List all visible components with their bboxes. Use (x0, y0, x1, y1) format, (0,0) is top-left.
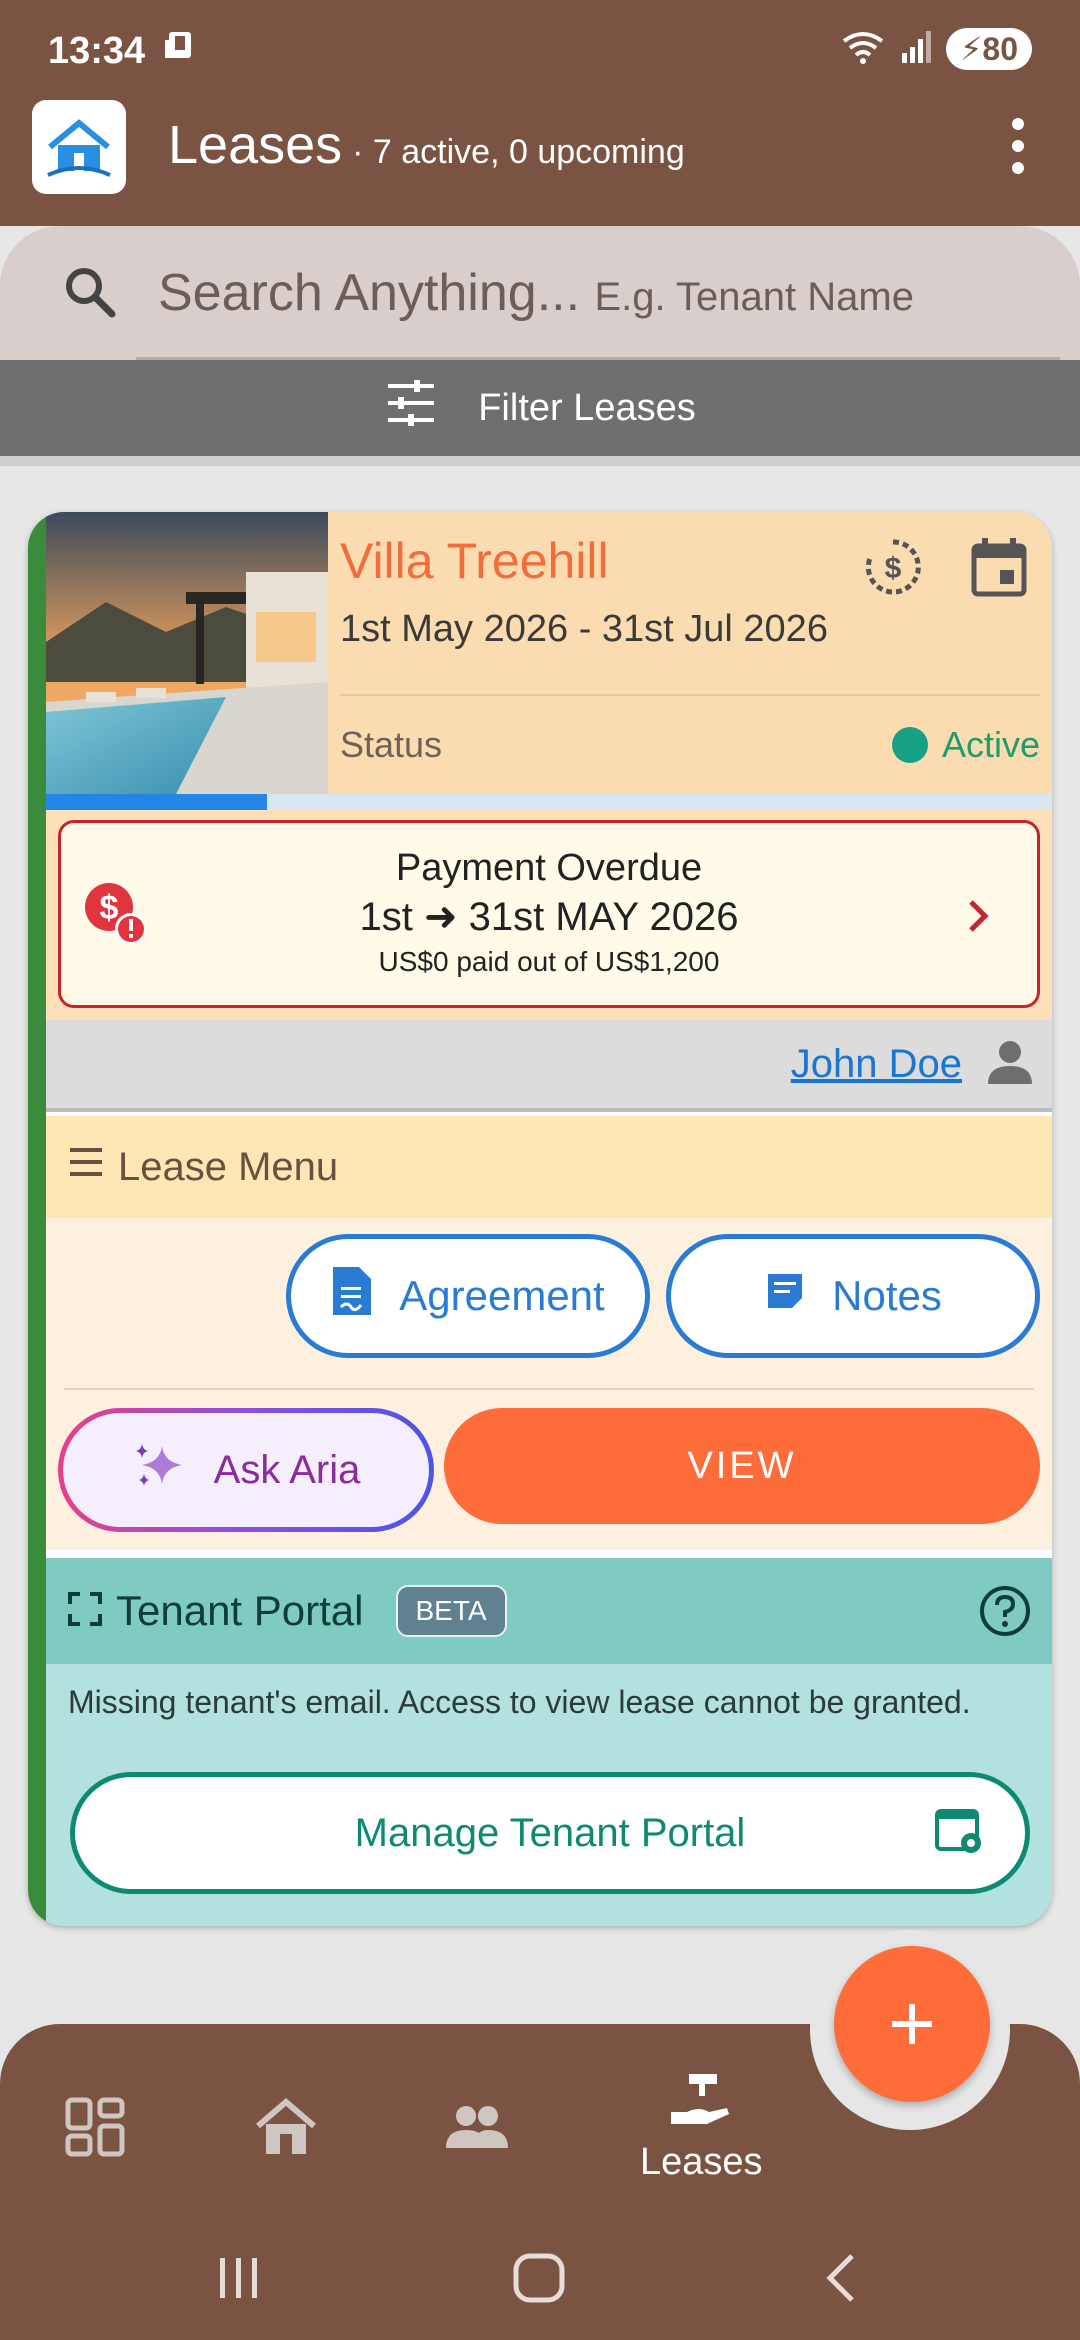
view-label: VIEW (687, 1444, 797, 1487)
house-icon (254, 2096, 318, 2163)
tenant-portal-title: Tenant Portal (116, 1587, 364, 1634)
lease-card-header: Villa Treehill 1st May 2026 - 31st Jul 2… (46, 512, 1052, 794)
lease-card[interactable]: Villa Treehill 1st May 2026 - 31st Jul 2… (28, 512, 1052, 1926)
agreement-button[interactable]: Agreement (286, 1234, 650, 1358)
payment-history-icon[interactable]: $ (862, 536, 924, 603)
add-lease-button[interactable] (834, 1946, 990, 2102)
notes-icon (764, 1270, 806, 1322)
back-icon[interactable] (820, 2252, 860, 2309)
search-placeholder-main: Search Anything... (158, 264, 581, 322)
status-stripe (28, 512, 46, 1926)
property-name[interactable]: Villa Treehill (340, 532, 609, 590)
page-title: Leases (168, 115, 343, 175)
status-badge: Active (891, 724, 1040, 766)
search-bar[interactable]: Search Anything... E.g. Tenant Name (0, 226, 1080, 360)
fullscreen-icon (68, 1591, 102, 1631)
tenant-portal-body: Missing tenant's email. Access to view l… (46, 1664, 1052, 1926)
wifi-icon (840, 29, 886, 70)
tenant-portal-message: Missing tenant's email. Access to view l… (68, 1684, 971, 1720)
ask-aria-label: Ask Aria (213, 1447, 361, 1492)
search-icon (62, 264, 116, 323)
battery-level: 80 (982, 31, 1018, 67)
filter-leases-button[interactable]: Filter Leases (0, 360, 1080, 456)
menu-divider (64, 1388, 1034, 1390)
top-app-bar: 13:34 ⚡80 Leases · 7 active, 0 upcoming (0, 0, 1080, 226)
header-divider (340, 694, 1040, 696)
nav-leases-label: Leases (640, 2141, 763, 2183)
home-icon[interactable] (512, 2252, 566, 2309)
status-bar-right: ⚡80 (840, 28, 1032, 70)
nav-tenants[interactable] (444, 2096, 510, 2163)
lease-date-range: 1st May 2026 - 31st Jul 2026 (340, 608, 828, 650)
help-icon[interactable] (978, 1584, 1032, 1643)
app-logo[interactable] (32, 100, 126, 194)
lease-handover-icon (669, 2070, 733, 2137)
dashboard-icon (64, 2096, 126, 2163)
payment-text: Payment Overdue 1st ➜ 31st MAY 2026 US$0… (61, 847, 1037, 978)
filter-shadow (0, 456, 1080, 466)
lease-period-progress (46, 794, 1052, 810)
payment-title: Payment Overdue (395, 847, 703, 889)
property-photo[interactable] (46, 512, 328, 794)
payment-section: $ Payment Overdue 1st ➜ 31st MAY 2026 US… (46, 810, 1052, 1020)
battery-indicator: ⚡80 (945, 28, 1032, 70)
notes-label: Notes (832, 1272, 942, 1319)
signal-icon (898, 29, 934, 70)
people-icon (444, 2096, 510, 2163)
tenant-link[interactable]: John Doe (791, 1042, 962, 1087)
lease-menu-title: Lease Menu (118, 1144, 339, 1189)
search-placeholder[interactable]: Search Anything... E.g. Tenant Name (158, 263, 914, 323)
filter-label: Filter Leases (478, 386, 696, 429)
nav-dashboard[interactable] (64, 2096, 126, 2163)
nav-properties[interactable] (254, 2096, 318, 2163)
status-time: 13:34 (48, 29, 146, 72)
sliders-icon (384, 376, 438, 440)
notes-button[interactable]: Notes (666, 1234, 1040, 1358)
person-icon (984, 1036, 1036, 1093)
manage-tenant-portal-button[interactable]: Manage Tenant Portal (70, 1772, 1030, 1894)
device-icon (163, 28, 199, 74)
lease-period-progress-fill (46, 794, 268, 810)
manage-tenant-portal-label: Manage Tenant Portal (354, 1810, 746, 1855)
document-icon (331, 1265, 373, 1327)
tenant-row: John Doe (46, 1020, 1052, 1112)
app-title: Leases · 7 active, 0 upcoming (168, 114, 685, 176)
overflow-menu-icon[interactable] (1008, 118, 1028, 174)
header-actions: $ (862, 536, 1028, 603)
sparkle-icon (132, 1440, 188, 1500)
status-label: Status (340, 724, 443, 765)
calendar-icon[interactable] (970, 536, 1028, 603)
nav-leases[interactable]: Leases (640, 2070, 763, 2184)
agreement-label: Agreement (399, 1272, 605, 1319)
page-subtitle: · 7 active, 0 upcoming (352, 133, 685, 171)
tenant-portal-header: Tenant Portal BETA (46, 1558, 1052, 1664)
view-button[interactable]: VIEW (444, 1408, 1040, 1524)
status-dot-icon (891, 727, 928, 763)
portal-settings-icon (935, 1807, 985, 1867)
recent-apps-icon[interactable] (214, 2254, 264, 2307)
payment-summary: US$0 paid out of US$1,200 (378, 946, 720, 977)
search-placeholder-hint: E.g. Tenant Name (594, 275, 914, 319)
lease-menu-body: Agreement Notes Ask Aria VIEW (46, 1218, 1052, 1550)
status-bar-left: 13:34 (48, 28, 199, 74)
beta-badge: BETA (395, 1585, 507, 1637)
menu-icon (68, 1144, 104, 1190)
svg-text:$: $ (885, 552, 902, 585)
payment-overdue-alert[interactable]: $ Payment Overdue 1st ➜ 31st MAY 2026 US… (58, 820, 1040, 1008)
lease-menu-header[interactable]: Lease Menu (46, 1116, 1052, 1218)
chevron-right-icon (963, 893, 993, 947)
ask-aria-button[interactable]: Ask Aria (58, 1408, 434, 1532)
payment-period: 1st ➜ 31st MAY 2026 (359, 895, 739, 939)
status-value: Active (941, 724, 1040, 765)
system-navigation-bar (0, 2240, 1080, 2320)
